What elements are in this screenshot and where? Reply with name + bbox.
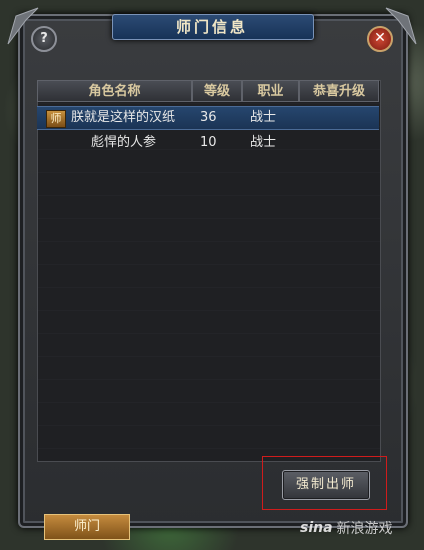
window-title: 师门信息 — [175, 18, 248, 36]
member-class: 战士 — [250, 135, 277, 150]
member-congrats[interactable] — [299, 132, 379, 154]
member-name-cell: 彪悍的人参 — [37, 132, 192, 154]
watermark-text: 新浪游戏 — [336, 521, 393, 537]
member-congrats[interactable] — [299, 107, 379, 129]
member-class: 战士 — [250, 110, 277, 125]
close-button[interactable]: ✕ — [367, 26, 393, 52]
sina-logo: sina — [300, 520, 333, 536]
member-name: 彪悍的人参 — [91, 135, 157, 150]
member-name-cell: 师 朕就是这样的汉纸 — [37, 107, 192, 129]
header-name[interactable]: 角色名称 — [37, 80, 192, 102]
master-badge-icon: 师 — [46, 110, 66, 128]
header-level[interactable]: 等级 — [192, 80, 242, 102]
member-level: 36 — [200, 110, 217, 125]
table-header: 角色名称 等级 职业 恭喜升级 — [37, 80, 379, 104]
help-button[interactable]: ? — [31, 26, 57, 52]
member-level: 10 — [200, 135, 217, 150]
member-name: 朕就是这样的汉纸 — [71, 110, 176, 125]
force-leave-button[interactable]: 强制出师 — [282, 470, 370, 500]
table-row[interactable]: 师 朕就是这样的汉纸 36 战士 — [37, 106, 379, 130]
header-congrats[interactable]: 恭喜升级 — [299, 80, 379, 102]
header-class[interactable]: 职业 — [242, 80, 299, 102]
table-row[interactable]: 彪悍的人参 10 战士 — [37, 132, 379, 154]
tab-master[interactable]: 师门 — [44, 514, 130, 540]
watermark: sina 新浪游戏 — [300, 518, 393, 538]
